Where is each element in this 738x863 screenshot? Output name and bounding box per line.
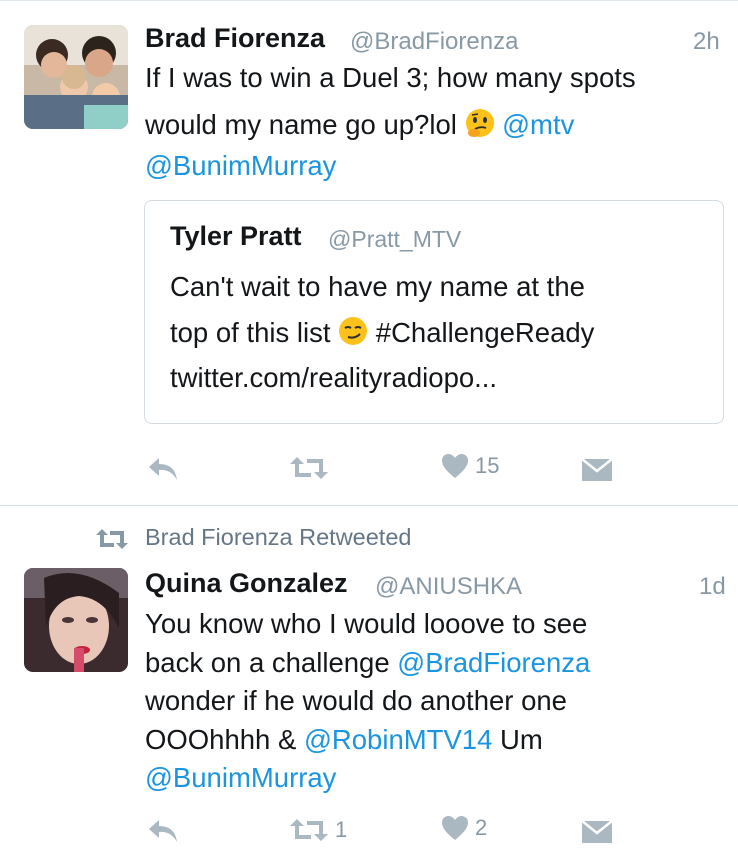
tweet-text: back on a challenge [145, 647, 390, 678]
tweet-text-line: would my name go up?lol @mtv [145, 108, 574, 141]
retweet-button[interactable] [289, 455, 329, 481]
like-button[interactable]: 15 [441, 453, 499, 479]
heart-icon [442, 454, 468, 478]
hashtag: #ChallengeReady [375, 317, 595, 348]
reply-icon [149, 458, 177, 480]
direct-message-button[interactable] [581, 457, 613, 483]
timestamp[interactable]: 2h [693, 28, 720, 56]
direct-message-button[interactable] [581, 819, 613, 845]
tweet-text: OOOhhhh & [145, 724, 297, 755]
reply-button[interactable] [147, 456, 179, 482]
reply-icon [149, 820, 177, 842]
tweet-text-line: You know who I would looove to see [145, 608, 588, 639]
author-name[interactable]: Quina Gonzalez [145, 568, 348, 599]
retweet-count: 1 [335, 817, 348, 842]
mention-link[interactable]: @BunimMurray [145, 150, 336, 182]
envelope-icon [581, 820, 613, 843]
tweet-text: Um [500, 724, 543, 755]
tweet-quina-gonzalez[interactable]: Brad Fiorenza Retweeted Quina Gonzalez @… [0, 506, 738, 863]
quoted-text-line: Can't wait to have my name at the [170, 271, 585, 302]
like-button[interactable]: 2 [441, 815, 487, 841]
like-count: 15 [475, 453, 500, 478]
retweet-context-icon [96, 529, 128, 549]
tweet-brad-fiorenza[interactable]: Brad Fiorenza @BradFiorenza 2h If I was … [0, 0, 738, 506]
retweet-icon [290, 819, 328, 841]
timestamp[interactable]: 1d [699, 573, 726, 601]
quoted-tweet[interactable]: Tyler Pratt @Pratt_MTV Can't wait to hav… [144, 200, 724, 424]
tweet-text-line: If I was to win a Duel 3; how many spots [145, 62, 636, 93]
like-count: 2 [475, 815, 488, 840]
thinking-face-emoji-icon [465, 108, 495, 138]
retweeted-by-label[interactable]: Brad Fiorenza Retweeted [145, 524, 411, 551]
quoted-author-handle: @Pratt_MTV [328, 226, 462, 252]
quoted-text: top of this list [170, 317, 331, 348]
reply-button[interactable] [147, 818, 179, 844]
quoted-link-text: twitter.com/realityradiopo... [170, 362, 498, 393]
tweet-text-line: wonder if he would do another one [145, 685, 567, 716]
heart-icon [442, 816, 468, 840]
quoted-author-name: Tyler Pratt [170, 221, 302, 251]
smirking-face-emoji-icon [338, 316, 368, 346]
mention-link[interactable]: @BunimMurray [145, 762, 336, 794]
mention-link[interactable]: @mtv [502, 109, 574, 140]
author-handle[interactable]: @BradFiorenza [350, 28, 518, 56]
retweet-icon [290, 457, 328, 479]
quoted-text-line: top of this list #ChallengeReady [170, 316, 594, 349]
envelope-icon [581, 458, 613, 481]
mention-link[interactable]: @RobinMTV14 [304, 724, 492, 755]
author-handle[interactable]: @ANIUSHKA [375, 573, 522, 601]
avatar-brad-fiorenza[interactable] [24, 25, 128, 129]
author-name[interactable]: Brad Fiorenza [145, 23, 325, 54]
tweet-text-line: OOOhhhh & @RobinMTV14 Um [145, 724, 543, 756]
tweet-text-line: back on a challenge @BradFiorenza [145, 647, 590, 679]
retweet-button[interactable]: 1 [289, 817, 347, 843]
mention-link[interactable]: @BradFiorenza [397, 647, 590, 678]
tweet-text: would my name go up?lol [145, 109, 457, 140]
avatar-quina-gonzalez[interactable] [24, 568, 128, 672]
